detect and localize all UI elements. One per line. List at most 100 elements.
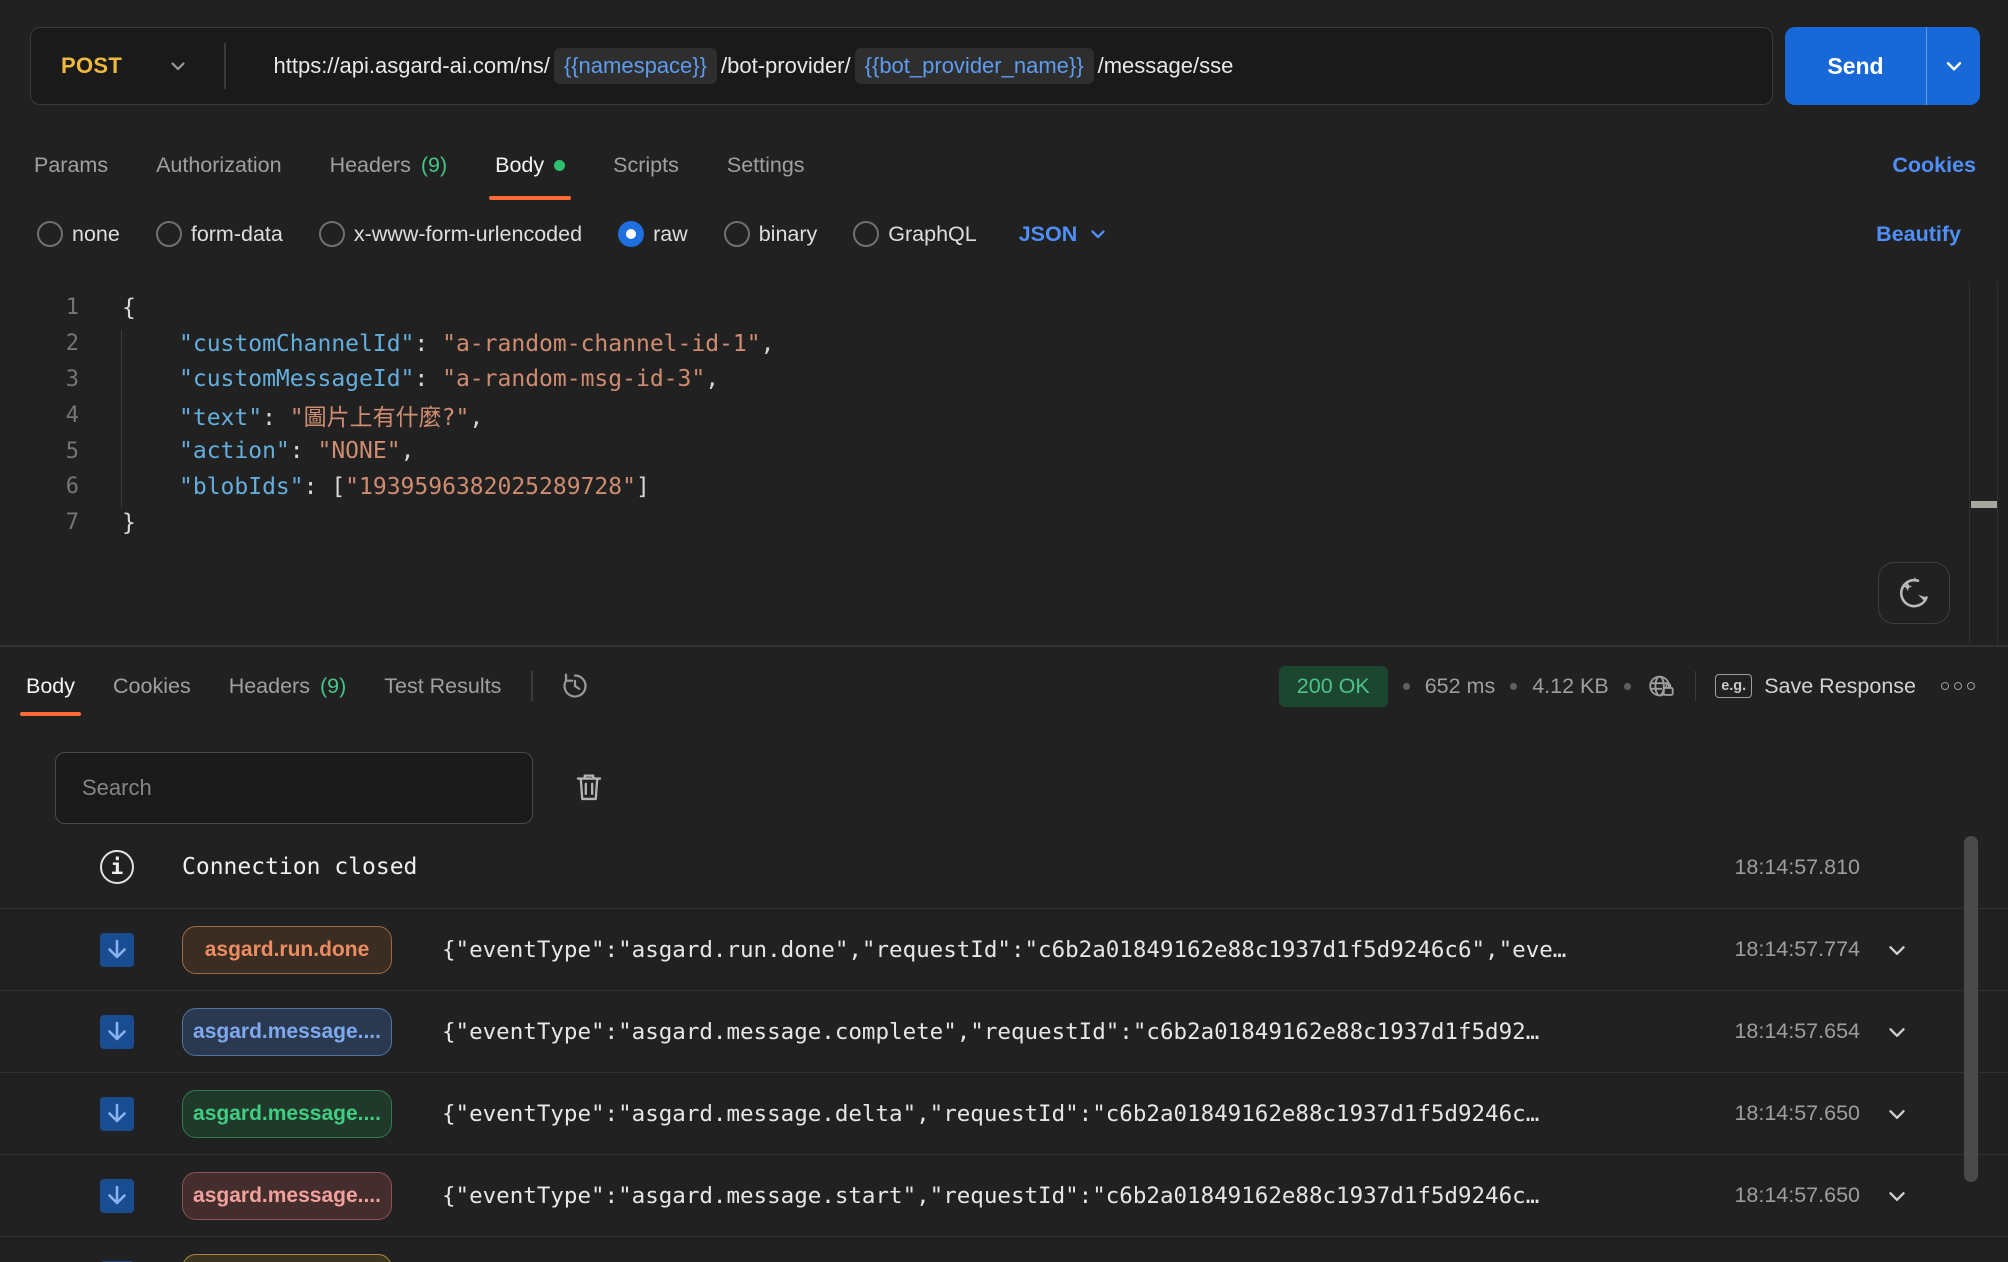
send-button[interactable]: Send	[1785, 27, 1980, 105]
search-input[interactable]	[56, 775, 532, 801]
event-type-badge: asgard.run.done	[182, 926, 392, 974]
body-mode-graphql[interactable]: GraphQL	[853, 221, 976, 247]
tab-label: Authorization	[156, 153, 282, 178]
request-tab-settings[interactable]: Settings	[727, 130, 805, 200]
response-tab-headers[interactable]: Headers (9)	[229, 656, 347, 716]
trash-icon	[570, 768, 608, 806]
editor-scrollbar-thumb[interactable]	[1971, 501, 1997, 508]
method-selector[interactable]: POST	[31, 28, 224, 104]
event-type-badge: asgard.message....	[182, 1172, 392, 1220]
line-number: 4	[0, 403, 79, 428]
event-type-badge: asgard.message....	[182, 1090, 392, 1138]
url-input[interactable]: https://api.asgard-ai.com/ns/{{namespace…	[226, 48, 1773, 84]
divider	[531, 671, 533, 701]
expand-chevron-icon[interactable]	[1884, 1183, 1910, 1209]
body-mode-raw[interactable]: raw	[618, 221, 688, 247]
tab-label: Settings	[727, 153, 805, 178]
save-response-button[interactable]: e.g. Save Response	[1715, 674, 1916, 699]
code-text: }	[79, 510, 136, 536]
line-number: 1	[0, 295, 79, 320]
request-tab-scripts[interactable]: Scripts	[613, 130, 679, 200]
event-type-badge	[182, 1254, 392, 1262]
network-globe-lock-icon[interactable]	[1646, 671, 1676, 701]
expand-chevron-icon[interactable]	[1884, 1101, 1910, 1127]
event-payload-preview: {"eventType":"asgard.message.start","req…	[442, 1183, 1660, 1209]
event-timestamp: 18:14:57.654	[1700, 1019, 1860, 1044]
event-payload-preview: {"eventType":"asgard.message.complete","…	[442, 1019, 1660, 1045]
radio-icon	[724, 221, 750, 247]
code-text: {	[79, 295, 136, 321]
sse-event-row[interactable]: asgard.run.done{"eventType":"asgard.run.…	[0, 908, 2008, 990]
mode-label: x-www-form-urlencoded	[354, 222, 582, 247]
line-number: 3	[0, 367, 79, 392]
postbot-fix-button[interactable]	[1878, 562, 1950, 624]
url-template-variable: {{bot_provider_name}}	[855, 48, 1094, 84]
sse-event-row[interactable]: asgard.message....{"eventType":"asgard.m…	[0, 1072, 2008, 1154]
url-segment: /message/sse	[1098, 53, 1234, 79]
line-number: 6	[0, 474, 79, 499]
chevron-down-icon	[166, 54, 190, 78]
divider	[1695, 671, 1697, 701]
ellipsis-icon	[1941, 682, 1949, 690]
request-tab-authorization[interactable]: Authorization	[156, 130, 282, 200]
beautify-link[interactable]: Beautify	[1876, 208, 1961, 260]
sse-event-row[interactable]: asgard.message.... {"eventType":"asgard.m…	[0, 990, 2008, 1072]
url-template-variable: {{namespace}}	[554, 48, 717, 84]
message-received-icon	[100, 1179, 134, 1213]
code-line: 4"text": "圖片上有什麼?",	[0, 397, 1960, 433]
code-text: "text": "圖片上有什麼?",	[79, 398, 483, 432]
connection-info-row[interactable]: iConnection closed18:14:57.810	[0, 826, 2008, 908]
ellipsis-icon	[1967, 682, 1975, 690]
request-body-editor[interactable]: 1{2"customChannelId": "a-random-channel-…	[0, 290, 1960, 541]
response-tab-body[interactable]: Body	[26, 656, 75, 716]
radio-icon	[618, 221, 644, 247]
send-label: Send	[1785, 27, 1926, 105]
more-actions-button[interactable]	[1941, 682, 1975, 690]
response-tab-test-results[interactable]: Test Results	[384, 656, 501, 716]
mode-label: GraphQL	[888, 222, 976, 247]
response-meta: 200 OK 652 ms 4.12 KB e.g. Save Response	[1279, 656, 1975, 716]
code-line: 3"customMessageId": "a-random-msg-id-3",	[0, 362, 1960, 398]
body-mode-binary[interactable]: binary	[724, 221, 818, 247]
list-scrollbar-thumb[interactable]	[1964, 836, 1978, 1182]
code-line: 7}	[0, 505, 1960, 541]
request-url-bar: POST https://api.asgard-ai.com/ns/{{name…	[30, 27, 1980, 105]
sse-event-row[interactable]	[0, 1236, 2008, 1262]
tab-label: Headers	[229, 674, 310, 699]
sse-event-row[interactable]: asgard.message.... {"eventType":"asgard.m…	[0, 1154, 2008, 1236]
tab-label: Body	[495, 153, 544, 178]
ellipsis-icon	[1954, 682, 1962, 690]
saved-example-icon: e.g.	[1715, 674, 1752, 698]
dot-separator	[1403, 683, 1410, 690]
cookies-link[interactable]: Cookies	[1892, 130, 1976, 200]
line-number: 2	[0, 331, 79, 356]
response-tab-cookies[interactable]: Cookies	[113, 656, 191, 716]
tab-label: Params	[34, 153, 108, 178]
code-text: "customChannelId": "a-random-channel-id-…	[79, 331, 774, 357]
language-selector[interactable]: JSON	[1019, 222, 1111, 247]
body-mode-x-www-form-urlencoded[interactable]: x-www-form-urlencoded	[319, 221, 582, 247]
dot-separator	[1510, 683, 1517, 690]
event-timestamp: 18:14:57.774	[1700, 937, 1860, 962]
send-options-button[interactable]	[1926, 27, 1980, 105]
clear-events-button[interactable]	[570, 768, 608, 806]
request-tab-body[interactable]: Body	[495, 130, 565, 200]
code-line: 1{	[0, 290, 1960, 326]
request-tab-headers[interactable]: Headers(9)	[330, 130, 448, 200]
response-history-icon[interactable]	[559, 670, 591, 702]
radio-icon	[156, 221, 182, 247]
body-mode-form-data[interactable]: form-data	[156, 221, 283, 247]
event-type-badge: asgard.message....	[182, 1008, 392, 1056]
radio-icon	[319, 221, 345, 247]
mode-label: form-data	[191, 222, 283, 247]
expand-chevron-icon[interactable]	[1884, 1019, 1910, 1045]
mode-label: binary	[759, 222, 818, 247]
body-mode-none[interactable]: none	[37, 221, 120, 247]
tab-count: (9)	[320, 674, 346, 699]
expand-chevron-icon[interactable]	[1884, 937, 1910, 963]
code-text: "action": "NONE",	[79, 438, 414, 464]
active-tab-underline	[20, 712, 81, 716]
connection-message: Connection closed	[182, 854, 1700, 880]
url-field[interactable]: POST https://api.asgard-ai.com/ns/{{name…	[30, 27, 1773, 105]
request-tab-params[interactable]: Params	[34, 130, 108, 200]
